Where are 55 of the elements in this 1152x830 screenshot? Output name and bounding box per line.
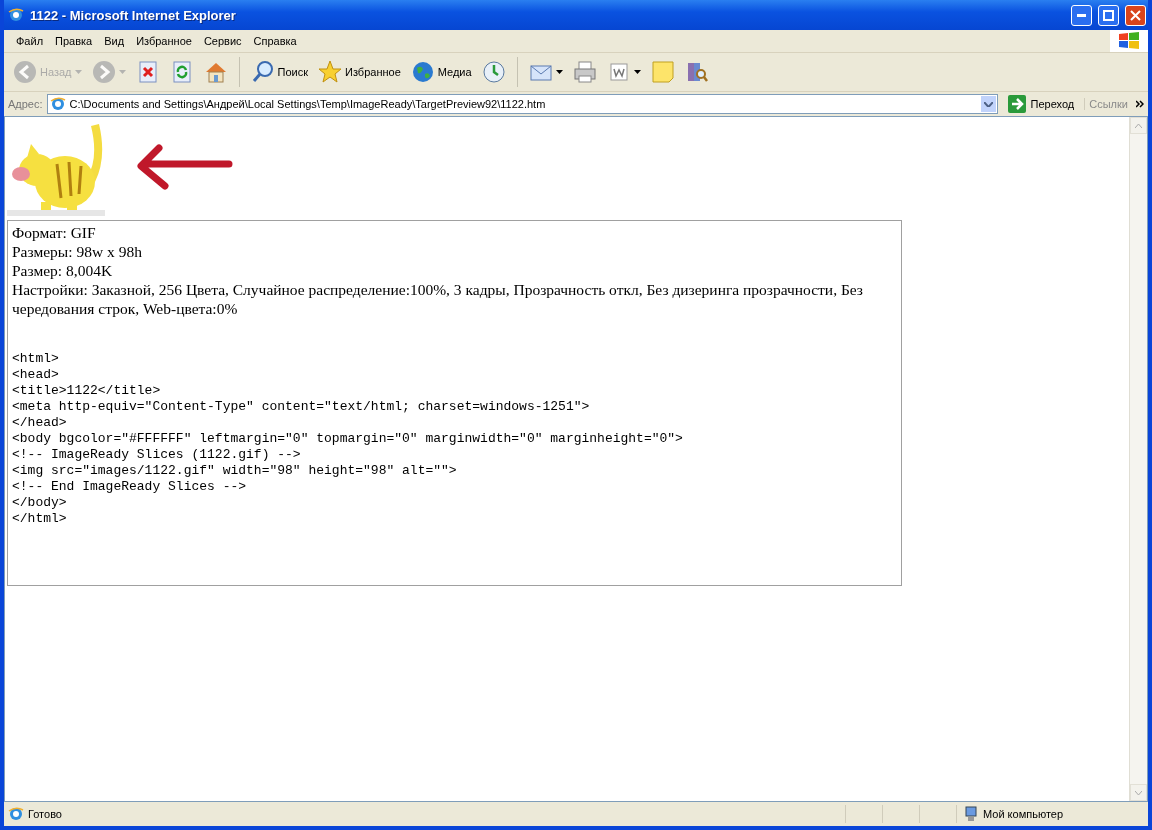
address-text: C:\Documents and Settings\Андрей\Local Settings\Temp\ImageReady\TargetPreview92\1122.htm bbox=[69, 98, 547, 110]
computer-icon bbox=[963, 806, 979, 822]
code-line: <title>1122</title> bbox=[12, 383, 162, 399]
minimize-icon bbox=[1077, 13, 1086, 17]
info-text: Формат: GIF bbox=[12, 223, 97, 242]
status-text: Готово bbox=[28, 808, 63, 820]
media-button[interactable]: Медиа bbox=[407, 58, 475, 86]
browser-icon bbox=[8, 7, 24, 23]
maximize-button[interactable] bbox=[1098, 4, 1119, 26]
close-icon bbox=[1130, 9, 1141, 21]
close-button[interactable] bbox=[1125, 4, 1146, 26]
search-icon bbox=[250, 60, 275, 84]
info-text: Размер: 8,004K bbox=[12, 261, 114, 280]
address-field[interactable]: C:\Documents and Settings\Андрей\Local Settings\Temp\ImageReady\TargetPreview92\1122.htm bbox=[46, 94, 998, 114]
menu-item[interactable]: Избранное bbox=[130, 35, 198, 47]
code-line: <!-- ImageReady Slices (1122.gif) --> bbox=[12, 447, 302, 463]
dropdown-button[interactable] bbox=[980, 96, 996, 112]
history-icon bbox=[481, 60, 506, 84]
windows-flag-logo bbox=[1110, 30, 1148, 52]
code-line: <body bgcolor="#FFFFFF" leftmargin="0" topmargin="0" marginwidth="0" marginheight="0"> bbox=[12, 431, 684, 447]
code-line: <!-- End ImageReady Slices --> bbox=[12, 479, 248, 495]
chevron-down-icon bbox=[983, 101, 993, 107]
address-label: Адрес: bbox=[8, 98, 43, 110]
star-icon bbox=[318, 60, 342, 84]
menu-item[interactable]: Вид bbox=[98, 35, 131, 47]
info-text: Настройки: Заказной, 256 Цвета, Случайное распределение:100%, 3 кадры, Прозрачность откл, Без дизеринга прозрачности, Без чередования строк, Web-цвета:0% bbox=[12, 280, 864, 318]
note-icon bbox=[650, 60, 675, 84]
menu-item[interactable]: Правка bbox=[49, 35, 99, 47]
go-arrow-icon bbox=[1007, 95, 1026, 113]
printer-icon bbox=[572, 60, 597, 84]
go-button[interactable]: Переход bbox=[1001, 95, 1081, 113]
minimize-button[interactable] bbox=[1071, 4, 1092, 26]
menu-item[interactable]: Справка bbox=[247, 35, 303, 47]
code-line: </html> bbox=[12, 511, 68, 527]
scroll-up-button[interactable] bbox=[1130, 117, 1147, 134]
code-line: <head> bbox=[12, 367, 60, 383]
globe-icon bbox=[410, 60, 435, 84]
code-line: </head> bbox=[12, 415, 68, 431]
zone-text: Мой компьютер bbox=[983, 808, 1064, 820]
code-line: <img src="images/1122.gif" width="98" height="98" alt=""> bbox=[12, 463, 458, 479]
code-line: </body> bbox=[12, 495, 68, 511]
code-line: <html> bbox=[12, 351, 60, 367]
scrollbar[interactable] bbox=[1129, 117, 1147, 801]
page-icon bbox=[49, 96, 66, 112]
menu-item[interactable]: Сервис bbox=[197, 35, 248, 47]
favorites-button[interactable]: Избранное bbox=[315, 58, 404, 86]
info-text: Размеры: 98w x 98h bbox=[12, 242, 143, 261]
search-button[interactable]: Поиск bbox=[247, 58, 311, 86]
page-icon bbox=[8, 806, 24, 822]
scroll-down-button[interactable] bbox=[1130, 784, 1147, 801]
maximize-icon bbox=[1103, 9, 1114, 21]
chevron-icon[interactable] bbox=[1136, 98, 1144, 110]
window-title: 1122 - Microsoft Internet Explorer bbox=[30, 7, 237, 23]
menu-item[interactable]: Файл bbox=[10, 35, 50, 47]
code-line: <meta http-equiv="Content-Type" content="text/html; charset=windows-1251"> bbox=[12, 399, 591, 415]
